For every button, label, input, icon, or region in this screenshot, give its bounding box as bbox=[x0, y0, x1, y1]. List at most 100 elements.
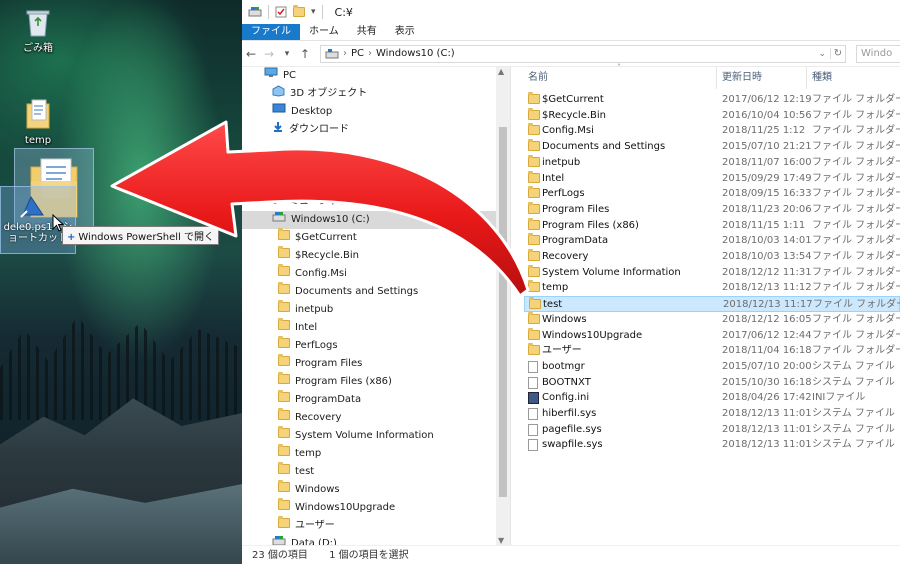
nav-item[interactable]: temp bbox=[242, 444, 496, 463]
nav-item[interactable]: Program Files (x86) bbox=[242, 372, 496, 391]
column-header-name[interactable]: 名前 bbox=[528, 67, 548, 89]
nav-item[interactable]: ミュージック bbox=[242, 192, 496, 211]
file-row[interactable]: PerfLogs 2018/09/15 16:33 ファイル フォルダー bbox=[524, 186, 900, 202]
file-row[interactable]: temp 2018/12/13 11:12 ファイル フォルダー bbox=[524, 280, 900, 296]
search-input[interactable]: Windo bbox=[856, 44, 900, 63]
file-row[interactable]: ユーザー 2018/11/04 16:18 ファイル フォルダー bbox=[524, 343, 900, 359]
file-row[interactable]: test 2018/12/13 11:17 ファイル フォルダー bbox=[524, 296, 900, 313]
file-row[interactable]: inetpub 2018/11/07 16:00 ファイル フォルダー bbox=[524, 154, 900, 171]
nav-item[interactable]: Windows bbox=[242, 480, 496, 499]
column-separator[interactable] bbox=[806, 67, 807, 89]
file-row[interactable]: Windows10Upgrade 2017/06/12 12:44 ファイル フォル… bbox=[524, 327, 900, 344]
nav-item-label: 3D オブジェクト bbox=[290, 88, 368, 99]
file-row[interactable]: Windows 2018/12/12 16:05 ファイル フォルダー bbox=[524, 311, 900, 328]
properties-icon[interactable] bbox=[275, 6, 287, 18]
nav-item[interactable]: ユーザー bbox=[242, 516, 496, 535]
forward-arrow-icon[interactable]: → bbox=[260, 47, 278, 61]
file-row[interactable]: Program Files (x86) 2018/11/15 1:11 ファイル フ… bbox=[524, 217, 900, 234]
file-explorer-window: ▾ C:¥ ファイル ホーム 共有 表示 ← → ▾ ↑ › PC › Wind… bbox=[242, 0, 900, 564]
file-row[interactable]: Config.ini 2018/04/26 17:42 INIファイル bbox=[524, 390, 900, 406]
file-row[interactable]: swapfile.sys 2018/12/13 11:01 システム ファイル bbox=[524, 437, 900, 453]
file-row[interactable]: $GetCurrent 2017/06/12 12:19 ファイル フォルダー bbox=[524, 92, 900, 108]
nav-scroll-thumb[interactable] bbox=[499, 127, 507, 497]
nav-item[interactable]: test bbox=[242, 462, 496, 481]
folder-icon bbox=[278, 408, 290, 427]
file-type: ファイル フォルダー bbox=[812, 313, 900, 325]
nav-item[interactable]: ProgramData bbox=[242, 390, 496, 409]
nav-item[interactable]: 3D オブジェクト bbox=[242, 84, 496, 103]
tab-view[interactable]: 表示 bbox=[386, 24, 424, 40]
nav-item[interactable]: System Volume Information bbox=[242, 426, 496, 445]
address-dropdown-icon[interactable]: ⌄ bbox=[818, 49, 826, 59]
recent-dropdown-icon[interactable]: ▾ bbox=[278, 49, 296, 59]
file-row[interactable]: Recovery 2018/10/03 13:54 ファイル フォルダー bbox=[524, 249, 900, 265]
scroll-up-icon[interactable]: ▲ bbox=[498, 67, 504, 76]
nav-item[interactable]: $GetCurrent bbox=[242, 228, 496, 247]
file-name: Config.ini bbox=[542, 392, 590, 404]
file-date: 2018/11/25 1:12 bbox=[722, 125, 806, 137]
file-row[interactable]: Intel 2015/09/29 17:49 ファイル フォルダー bbox=[524, 170, 900, 187]
file-row[interactable]: ProgramData 2018/10/03 14:01 ファイル フォルダー bbox=[524, 233, 900, 249]
nav-item[interactable]: inetpub bbox=[242, 300, 496, 319]
nav-item[interactable]: Documents and Settings bbox=[242, 282, 496, 301]
nav-item[interactable]: Windows10 (C:) bbox=[242, 211, 496, 229]
nav-item[interactable]: PerfLogs bbox=[242, 336, 496, 355]
file-row[interactable]: bootmgr 2015/07/10 20:00 システム ファイル bbox=[524, 359, 900, 375]
nav-item[interactable]: Intel bbox=[242, 318, 496, 337]
nav-item[interactable] bbox=[242, 139, 496, 157]
file-row[interactable]: Documents and Settings 2015/07/10 21:21 ファ… bbox=[524, 139, 900, 155]
file-type: ファイル フォルダー bbox=[812, 282, 900, 294]
nav-item[interactable]: Windows10Upgrade bbox=[242, 498, 496, 517]
file-type: システム ファイル bbox=[812, 423, 895, 435]
column-separator[interactable] bbox=[716, 67, 717, 89]
file-type: ファイル フォルダー bbox=[812, 329, 900, 341]
nav-item[interactable]: PC bbox=[242, 67, 496, 85]
file-type: ファイル フォルダー bbox=[812, 109, 900, 121]
file-row[interactable]: pagefile.sys 2018/12/13 11:01 システム ファイル bbox=[524, 422, 900, 438]
tab-file[interactable]: ファイル bbox=[242, 24, 300, 40]
new-folder-icon[interactable] bbox=[293, 5, 305, 17]
breadcrumb-pc[interactable]: PC bbox=[351, 48, 364, 59]
file-row[interactable]: BOOTNXT 2015/10/30 16:18 システム ファイル bbox=[524, 375, 900, 391]
file-row[interactable]: Config.Msi 2018/11/25 1:12 ファイル フォルダー bbox=[524, 123, 900, 139]
column-header-type[interactable]: 種類 bbox=[812, 67, 832, 89]
file-row[interactable]: Program Files 2018/11/23 20:06 ファイル フォルダー bbox=[524, 201, 900, 218]
file-name: Recovery bbox=[542, 251, 589, 262]
file-date: 2018/12/13 11:01 bbox=[722, 439, 812, 451]
address-field[interactable]: › PC › Windows10 (C:) ⌄ ↻ bbox=[320, 44, 846, 63]
file-row[interactable]: System Volume Information 2018/12/12 11:3… bbox=[524, 264, 900, 281]
quick-access-dropdown-icon[interactable]: ▾ bbox=[311, 7, 316, 17]
scroll-down-icon[interactable]: ▼ bbox=[498, 536, 504, 545]
file-date: 2018/12/12 16:05 bbox=[722, 313, 812, 325]
folder-icon bbox=[278, 354, 290, 373]
temp-folder-shortcut[interactable]: temp bbox=[12, 98, 64, 147]
column-header-date[interactable]: 更新日時 bbox=[722, 67, 762, 89]
nav-item[interactable]: Data (D:) bbox=[242, 535, 496, 545]
file-name: Documents and Settings bbox=[542, 141, 666, 153]
title-separator bbox=[268, 5, 269, 19]
recycle-bin-shortcut[interactable]: ごみ箱 bbox=[12, 6, 64, 55]
nav-scrollbar[interactable]: ▲ ▼ bbox=[496, 67, 510, 545]
nav-item[interactable]: ビデオ bbox=[242, 175, 496, 193]
file-row[interactable]: $Recycle.Bin 2016/10/04 10:56 ファイル フォルダー bbox=[524, 107, 900, 124]
folder-icon bbox=[26, 99, 50, 129]
nav-item[interactable]: Recovery bbox=[242, 408, 496, 427]
refresh-icon[interactable]: ↻ bbox=[830, 48, 845, 59]
breadcrumb-drive[interactable]: Windows10 (C:) bbox=[376, 48, 455, 59]
nav-item[interactable]: Desktop bbox=[242, 103, 496, 121]
tab-home[interactable]: ホーム bbox=[300, 24, 348, 40]
nav-item-label: $Recycle.Bin bbox=[295, 250, 360, 261]
nav-item[interactable]: Program Files bbox=[242, 354, 496, 373]
up-arrow-icon[interactable]: ↑ bbox=[296, 47, 314, 61]
navigation-pane: PC 3D オブジェクト Desktop ダウンロード ビデオ ミュージック Windows… bbox=[242, 67, 510, 545]
pane-divider[interactable] bbox=[510, 67, 511, 545]
nav-item[interactable]: Config.Msi bbox=[242, 264, 496, 283]
nav-item[interactable] bbox=[242, 157, 496, 175]
back-arrow-icon[interactable]: ← bbox=[242, 47, 260, 61]
nav-item[interactable]: ダウンロード bbox=[242, 121, 496, 139]
file-date: 2018/11/07 16:00 bbox=[722, 156, 812, 168]
file-date: 2018/11/04 16:18 bbox=[722, 345, 812, 357]
nav-item[interactable]: $Recycle.Bin bbox=[242, 246, 496, 265]
tab-share[interactable]: 共有 bbox=[348, 24, 386, 40]
file-row[interactable]: hiberfil.sys 2018/12/13 11:01 システム ファイル bbox=[524, 406, 900, 422]
